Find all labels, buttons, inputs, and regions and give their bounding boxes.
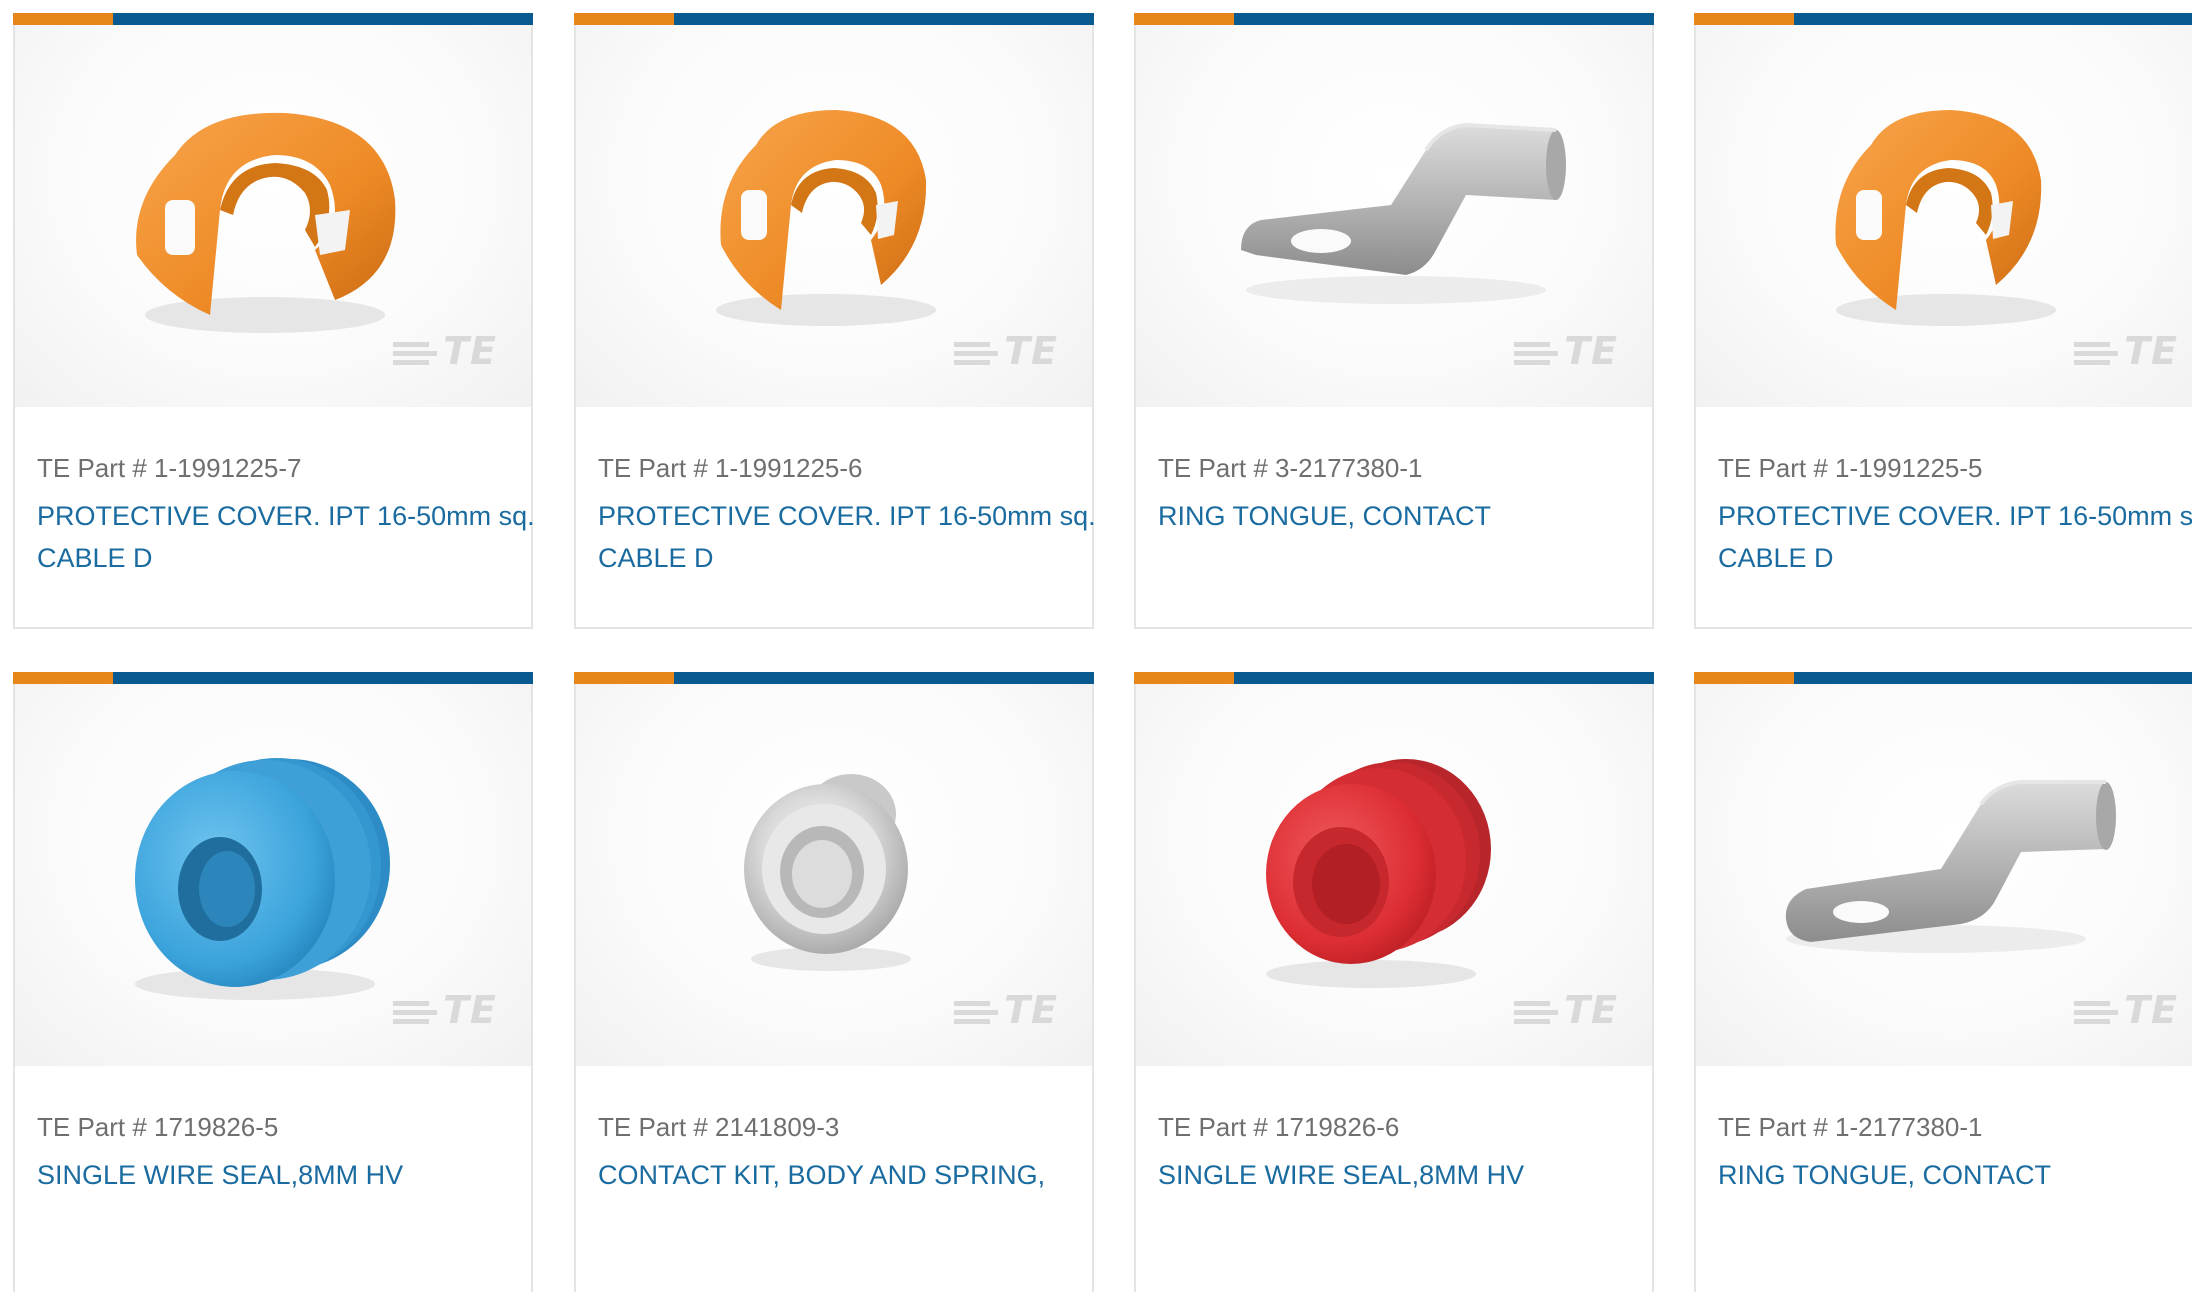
part-number: TE Part # 1719826-5 [37,1112,279,1142]
product-image[interactable]: TE [576,25,1092,407]
product-description-link[interactable]: RING TONGUE, CONTACT [1718,1154,2192,1196]
product-image[interactable]: TE [15,25,531,407]
part-number: TE Part # 1-1991225-5 [1718,453,1983,483]
part-number: TE Part # 1-1991225-6 [598,453,863,483]
product-image[interactable]: TE [1696,684,2192,1066]
card-top-bar [13,672,533,684]
product-card[interactable]: TE TE Part # 1-1991225-5 PROTECTIVE COVE… [1694,13,2192,629]
card-top-bar [1694,13,2192,25]
te-logo-icon: TE [954,329,1058,373]
part-number: TE Part # 1-1991225-7 [37,453,302,483]
card-top-bar [1694,672,2192,684]
card-top-bar [13,13,533,25]
product-description-link[interactable]: PROTECTIVE COVER. IPT 16-50mm sq. CABLE … [37,495,537,579]
product-card[interactable]: TE TE Part # 1-1991225-7 PROTECTIVE COVE… [13,13,535,629]
te-logo-icon: TE [1514,988,1618,1032]
product-description-link[interactable]: CONTACT KIT, BODY AND SPRING, [598,1154,1098,1196]
part-number: TE Part # 1719826-6 [1158,1112,1400,1142]
card-top-bar [1134,13,1654,25]
product-image[interactable]: TE [1136,684,1652,1066]
product-description-link[interactable]: PROTECTIVE COVER. IPT 16-50mm sq. CABLE … [598,495,1098,579]
part-number: TE Part # 3-2177380-1 [1158,453,1423,483]
product-description-link[interactable]: SINGLE WIRE SEAL,8MM HV [1158,1154,1658,1196]
product-image[interactable]: TE [1696,25,2192,407]
te-logo-icon: TE [393,988,497,1032]
part-number: TE Part # 1-2177380-1 [1718,1112,1983,1142]
product-card[interactable]: TE TE Part # 2141809-3 CONTACT KIT, BODY… [574,672,1094,1292]
product-image[interactable]: TE [15,684,531,1066]
product-description-link[interactable]: SINGLE WIRE SEAL,8MM HV [37,1154,537,1196]
product-image[interactable]: TE [1136,25,1652,407]
product-description-link[interactable]: PROTECTIVE COVER. IPT 16-50mm sq. CABLE … [1718,495,2192,579]
product-card[interactable]: TE TE Part # 1-2177380-1 RING TONGUE, CO… [1694,672,2192,1292]
product-description-link[interactable]: RING TONGUE, CONTACT [1158,495,1658,537]
te-logo-icon: TE [954,988,1058,1032]
product-card[interactable]: TE TE Part # 1719826-6 SINGLE WIRE SEAL,… [1134,672,1654,1292]
te-logo-icon: TE [1514,329,1618,373]
product-grid: TE TE Part # 1-1991225-7 PROTECTIVE COVE… [0,0,2192,1292]
te-logo-icon: TE [393,329,497,373]
product-card[interactable]: TE TE Part # 1-1991225-6 PROTECTIVE COVE… [574,13,1096,629]
part-number: TE Part # 2141809-3 [598,1112,840,1142]
te-logo-icon: TE [2074,329,2178,373]
product-card[interactable]: TE TE Part # 1719826-5 SINGLE WIRE SEAL,… [13,672,533,1292]
te-logo-icon: TE [2074,988,2178,1032]
card-top-bar [574,13,1094,25]
card-top-bar [1134,672,1654,684]
card-top-bar [574,672,1094,684]
product-image[interactable]: TE [576,684,1092,1066]
product-card[interactable]: TE TE Part # 3-2177380-1 RING TONGUE, CO… [1134,13,1654,629]
